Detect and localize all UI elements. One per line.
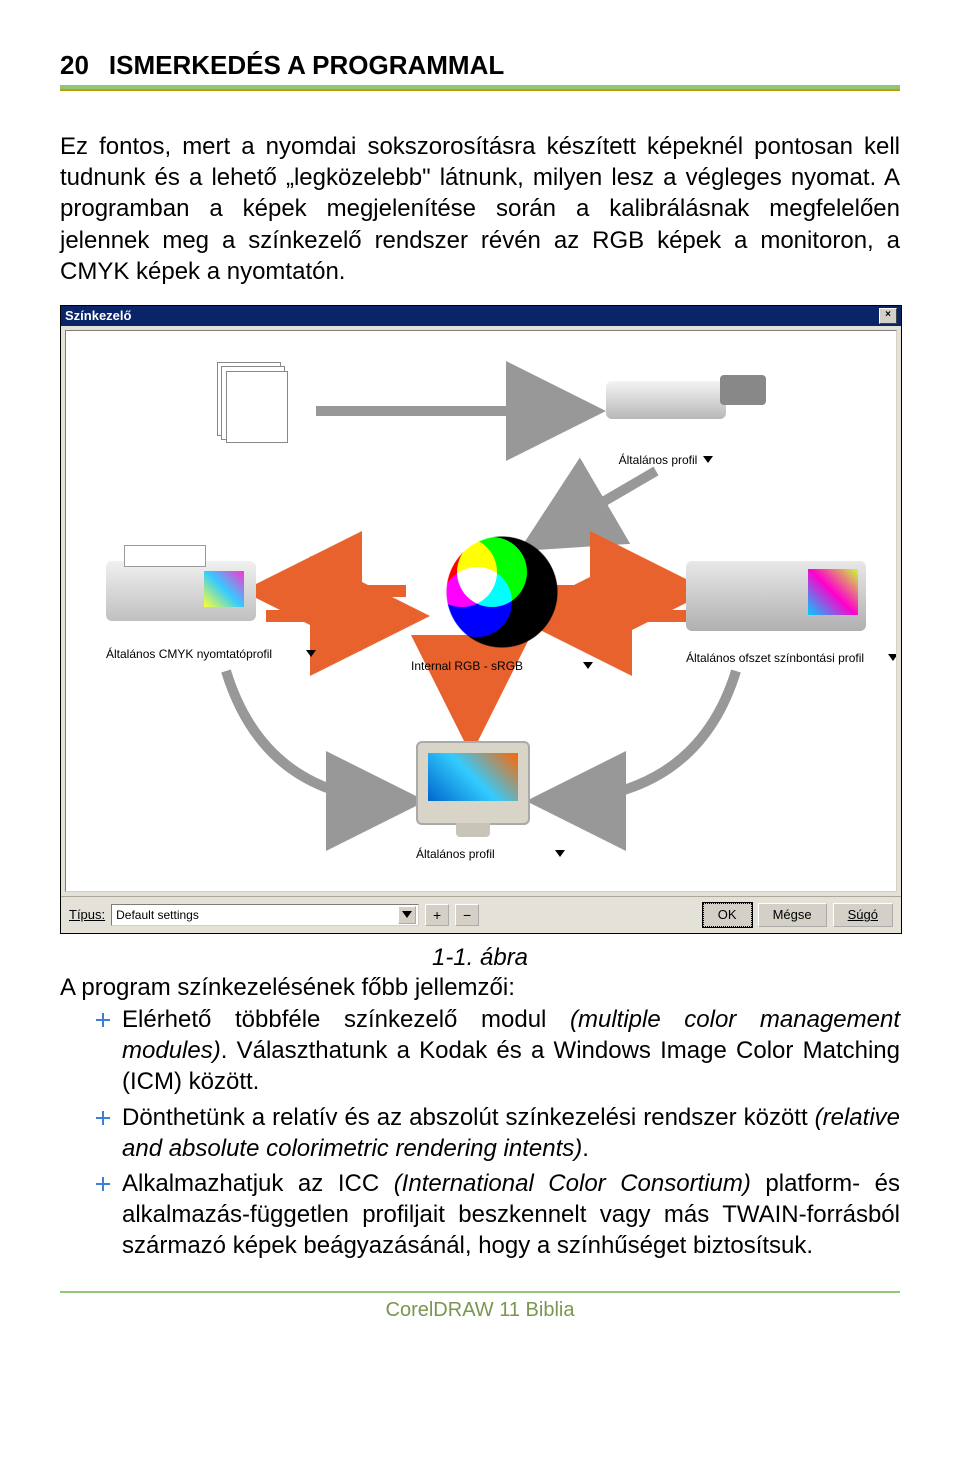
header-rule [60,85,900,91]
printer-icon [106,561,256,621]
page-footer: CorelDRAW 11 Biblia [60,1291,900,1322]
add-button[interactable]: + [425,904,449,926]
dropdown-icon[interactable] [703,456,713,463]
scanner-node[interactable]: Általános profil [606,381,726,467]
monitor-icon [416,741,530,825]
press-node[interactable]: Általános ofszet színbontási profil [686,561,897,665]
dialog-titlebar[interactable]: Színkezelő × [61,306,901,326]
page-number: 20 [60,50,89,81]
monitor-node[interactable]: Általános profil [416,741,565,861]
dialog-bottom-bar: Típus: Default settings + − OK Mégse Súg… [61,896,901,933]
dropdown-icon[interactable] [306,650,316,657]
list-item: Elérhető többféle színkezelő modul (mult… [96,1004,900,1098]
printer-profile-label: Általános CMYK nyomtatóprofil [106,647,272,661]
color-management-dialog: Színkezelő × [60,305,902,934]
dropdown-icon[interactable] [555,850,565,857]
internal-rgb-node[interactable]: Internal RGB - sRGB [411,531,593,673]
cancel-button[interactable]: Mégse [758,903,827,927]
type-combo-value: Default settings [116,908,199,922]
chevron-down-icon[interactable] [398,906,416,924]
press-icon [686,561,866,631]
press-profile-label: Általános ofszet színbontási profil [686,651,864,665]
dialog-title-text: Színkezelő [65,308,131,323]
ok-button[interactable]: OK [703,903,752,927]
internal-rgb-label: Internal RGB - sRGB [411,659,523,673]
scanner-icon [606,381,726,419]
scanner-profile-label: Általános profil [619,453,698,467]
section-title: ISMERKEDÉS A PROGRAMMAL [109,50,504,81]
help-button[interactable]: Súgó [833,903,893,927]
type-label: Típus: [69,907,105,922]
remove-button[interactable]: − [455,904,479,926]
venn-icon [411,531,593,653]
documents-icon [226,371,288,443]
figure-caption: 1-1. ábra [60,944,900,972]
list-item: Alkalmazhatjuk az ICC (International Col… [96,1168,900,1262]
dialog-body: Általános profil Internal RGB - sRGB Ált… [65,330,897,892]
body-paragraph: Ez fontos, mert a nyomdai sokszorosításr… [60,131,900,287]
list-intro: A program színkezelésének főbb jellemzői… [60,974,900,1002]
dropdown-icon[interactable] [888,654,897,661]
printer-node[interactable]: Általános CMYK nyomtatóprofil [106,561,316,661]
dropdown-icon[interactable] [583,662,593,669]
close-icon[interactable]: × [879,308,897,324]
feature-list: Elérhető többféle színkezelő modul (mult… [96,1004,900,1262]
list-item: Dönthetünk a relatív és az abszolút szín… [96,1102,900,1164]
type-combo[interactable]: Default settings [111,904,419,926]
monitor-profile-label: Általános profil [416,847,495,861]
